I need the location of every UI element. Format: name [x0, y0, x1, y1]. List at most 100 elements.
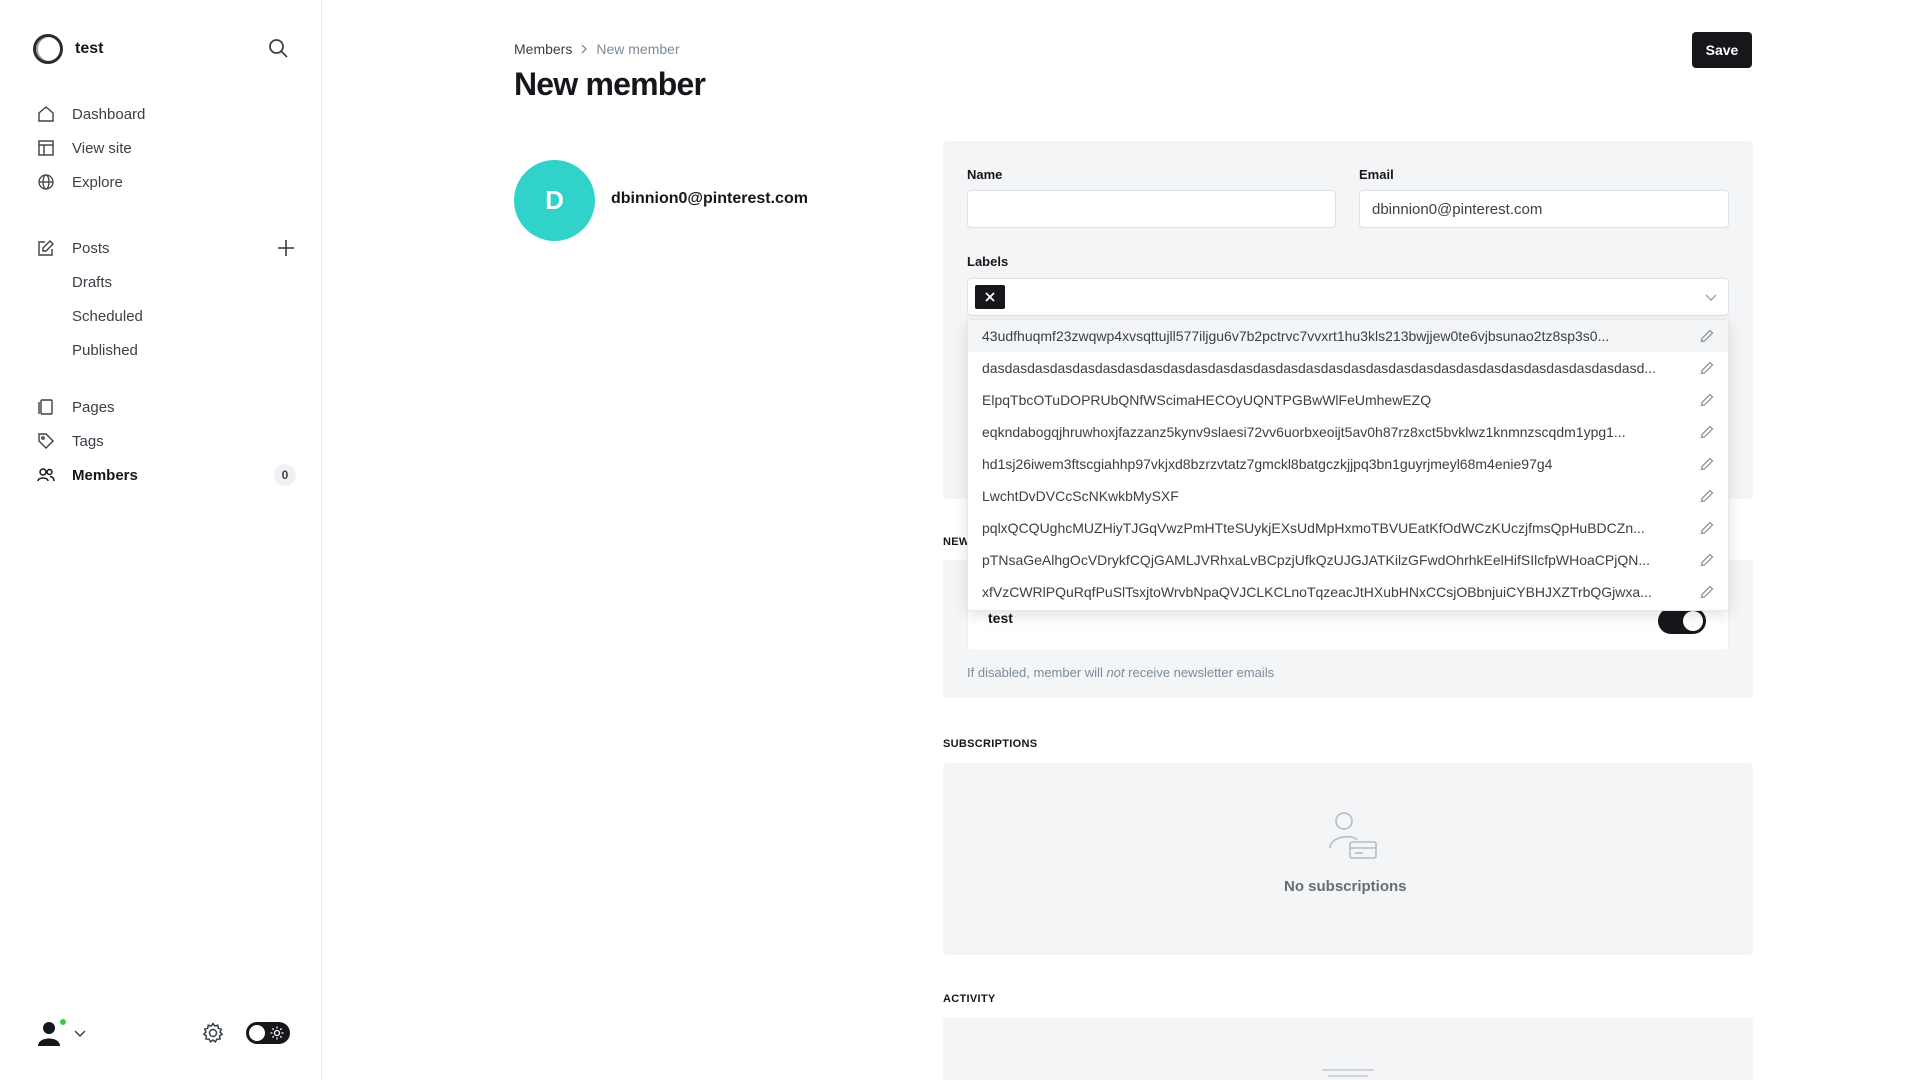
tag-icon — [36, 431, 56, 451]
nav-item-members[interactable]: Members 0 — [36, 458, 296, 492]
site-logo-icon — [33, 34, 63, 64]
label-option[interactable]: dasdasdasdasdasdasdasdasdasdasdasdasdasd… — [968, 352, 1728, 384]
label-option-text: LwchtDvDVCcScNKwkbMySXF — [982, 488, 1179, 504]
members-icon — [36, 465, 56, 485]
layout-icon — [36, 138, 56, 158]
secondary-nav: Pages Tags Members 0 — [36, 390, 296, 492]
theme-toggle[interactable] — [246, 1022, 290, 1044]
activity-empty-icon — [1322, 1069, 1374, 1077]
pencil-icon[interactable] — [1700, 553, 1714, 567]
site-name: test — [75, 40, 104, 57]
labels-select[interactable] — [967, 278, 1729, 316]
hint-text: receive newsletter emails — [1124, 665, 1275, 680]
email-label: Email — [1359, 167, 1394, 182]
newsletter-toggle[interactable] — [1658, 608, 1706, 634]
primary-nav: Dashboard View site Explore — [36, 97, 296, 199]
pencil-icon[interactable] — [1700, 361, 1714, 375]
search-icon[interactable] — [267, 37, 289, 59]
nav-label: Posts — [72, 239, 110, 257]
label-option[interactable]: pTNsaGeAlhgOcVDrykfCQjGAMLJVRhxaLvBCpzjU… — [968, 544, 1728, 576]
nav-item-tags[interactable]: Tags — [36, 424, 296, 458]
label-option-text: 43udfhuqmf23zwqwp4xvsqttujll577iljgu6v7b… — [982, 328, 1610, 344]
theme-toggle-knob — [249, 1025, 265, 1041]
hint-emphasis: not — [1106, 665, 1125, 680]
label-option[interactable]: eqkndabogqjhruwhoxjfazzanz5kynv9slaesi72… — [968, 416, 1728, 448]
pencil-icon[interactable] — [1700, 393, 1714, 407]
sidebar-footer — [36, 1015, 290, 1051]
nav-label: Published — [72, 341, 138, 359]
home-icon — [36, 104, 56, 124]
breadcrumb-members-link[interactable]: Members — [514, 41, 572, 57]
chevron-down-icon[interactable] — [1704, 292, 1718, 304]
pencil-icon[interactable] — [1700, 521, 1714, 535]
nav-item-scheduled[interactable]: Scheduled — [36, 299, 296, 333]
label-option-text: dasdasdasdasdasdasdasdasdasdasdasdasdasd… — [982, 360, 1657, 376]
pencil-icon[interactable] — [1700, 489, 1714, 503]
pencil-icon[interactable] — [1700, 329, 1714, 343]
newsletter-hint: If disabled, member will not receive new… — [967, 665, 1274, 680]
nav-label: Pages — [72, 398, 115, 416]
member-email-heading: dbinnion0@pinterest.com — [611, 190, 808, 207]
name-label: Name — [967, 167, 1003, 182]
breadcrumb-current: New member — [596, 41, 680, 57]
site-brand[interactable]: test — [33, 34, 103, 64]
name-input[interactable] — [967, 190, 1336, 228]
email-input[interactable]: dbinnion0@pinterest.com — [1359, 190, 1729, 228]
nav-label: Explore — [72, 173, 123, 191]
add-post-icon[interactable] — [276, 238, 296, 258]
newsletter-name: test — [988, 610, 1013, 626]
subscriptions-section-title: SUBSCRIPTIONS — [943, 738, 1038, 750]
globe-icon — [36, 172, 56, 192]
label-option[interactable]: ElpqTbcOTuDOPRUbQNfWScimaHECOyUQNTPGBwWl… — [968, 384, 1728, 416]
nav-item-published[interactable]: Published — [36, 333, 296, 367]
nav-item-dashboard[interactable]: Dashboard — [36, 97, 296, 131]
labels-label: Labels — [967, 254, 1009, 269]
page-icon — [36, 397, 56, 417]
save-button[interactable]: Save — [1692, 32, 1752, 68]
label-option[interactable]: LwchtDvDVCcScNKwkbMySXF — [968, 480, 1728, 512]
label-option[interactable]: xfVzCWRlPQuRqfPuSlTsxjtoWrvbNpaQVJCLKCLn… — [968, 576, 1728, 608]
nav-item-view-site[interactable]: View site — [36, 131, 296, 165]
label-option-text: pqlxQCQUghcMUZHiyTJGqVwzPmHTteSUykjEXsUd… — [982, 520, 1645, 536]
breadcrumb: Members New member — [514, 41, 680, 57]
activity-section-title: ACTIVITY — [943, 993, 996, 1005]
label-option-text: ElpqTbcOTuDOPRUbQNfWScimaHECOyUQNTPGBwWl… — [982, 392, 1432, 408]
member-avatar: D — [514, 160, 595, 241]
nav-item-drafts[interactable]: Drafts — [36, 265, 296, 299]
label-option-text: eqkndabogqjhruwhoxjfazzanz5kynv9slaesi72… — [982, 424, 1626, 440]
pencil-icon[interactable] — [1700, 425, 1714, 439]
label-option[interactable]: 43udfhuqmf23zwqwp4xvsqttujll577iljgu6v7b… — [968, 320, 1728, 352]
hint-text: If disabled, member will — [967, 665, 1107, 680]
page-title: New member — [514, 66, 706, 102]
chevron-right-icon — [581, 44, 588, 54]
pencil-icon[interactable] — [1700, 585, 1714, 599]
nav-label: Drafts — [72, 273, 113, 291]
label-option[interactable]: hd1sj26iwem3ftscgiahhp97vkjxd8bzrzvtatz7… — [968, 448, 1728, 480]
sidebar: test Dashboard View site Explore Posts D… — [0, 0, 322, 1080]
nav-item-posts[interactable]: Posts — [36, 231, 296, 265]
nav-item-explore[interactable]: Explore — [36, 165, 296, 199]
edit-post-icon — [36, 238, 56, 258]
members-count-badge: 0 — [274, 464, 296, 486]
no-subscriptions-label: No subscriptions — [1284, 878, 1407, 895]
chevron-down-icon[interactable] — [74, 1027, 86, 1039]
label-option-text: xfVzCWRlPQuRqfPuSlTsxjtoWrvbNpaQVJCLKCLn… — [982, 584, 1652, 600]
remove-label-chip[interactable] — [975, 285, 1005, 309]
online-status-dot — [58, 1017, 68, 1027]
labels-dropdown: 43udfhuqmf23zwqwp4xvsqttujll577iljgu6v7b… — [967, 319, 1729, 611]
no-subscriptions-icon — [1329, 812, 1377, 859]
sun-icon — [270, 1026, 284, 1040]
gear-icon[interactable] — [202, 1022, 224, 1044]
newsletters-section-title: NEW — [943, 536, 970, 548]
nav-label: Dashboard — [72, 105, 146, 123]
label-option-text: hd1sj26iwem3ftscgiahhp97vkjxd8bzrzvtatz7… — [982, 456, 1553, 472]
nav-item-pages[interactable]: Pages — [36, 390, 296, 424]
toggle-knob — [1683, 611, 1703, 631]
pencil-icon[interactable] — [1700, 457, 1714, 471]
nav-label: View site — [72, 139, 132, 157]
label-option-text: pTNsaGeAlhgOcVDrykfCQjGAMLJVRhxaLvBCpzjU… — [982, 552, 1651, 568]
label-option[interactable]: pqlxQCQUghcMUZHiyTJGqVwzPmHTteSUykjEXsUd… — [968, 512, 1728, 544]
nav-label: Scheduled — [72, 307, 143, 325]
nav-label: Members — [72, 466, 138, 484]
nav-label: Tags — [72, 432, 104, 450]
